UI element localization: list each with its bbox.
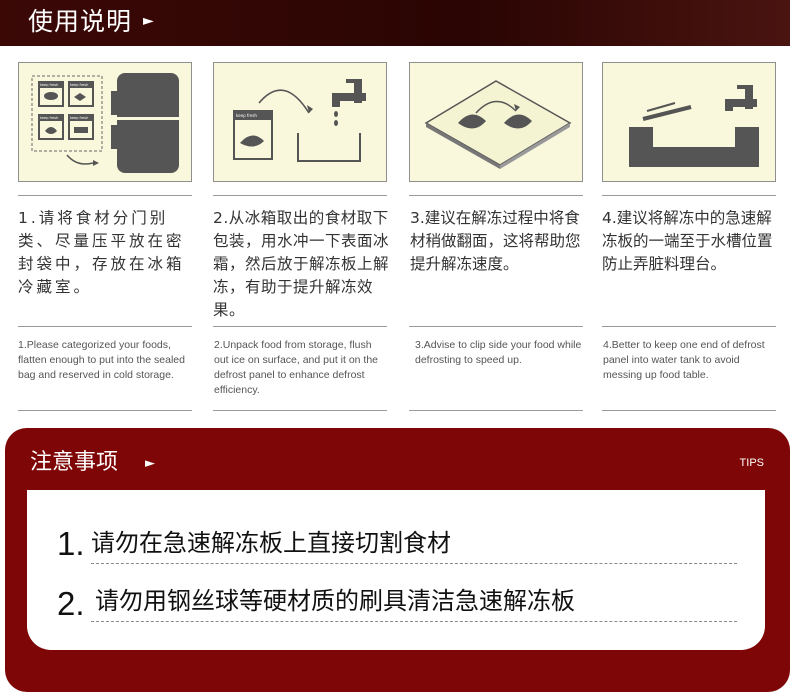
- notice-panel: 注意事项 ► TIPS 1. 请勿在急速解冻板上直接切割食材 2. 请勿用钢丝球…: [5, 428, 790, 692]
- sink-icon: [629, 85, 759, 167]
- divider: [213, 410, 387, 411]
- bag-label-4: keep fresh: [70, 116, 88, 120]
- fridge-icon: keep fresh keep fresh keep fresh keep fr…: [31, 73, 179, 173]
- step-3-english: 3.Advise to clip side your food while de…: [415, 339, 582, 366]
- divider: [213, 326, 387, 327]
- notice-arrow-icon: ►: [145, 456, 155, 471]
- notice-body: 1. 请勿在急速解冻板上直接切割食材 2. 请勿用钢丝球等硬材质的刷具清洁急速解…: [27, 490, 765, 650]
- step-4-english: 4.Better to keep one end of defrost pane…: [603, 339, 765, 381]
- divider: [602, 410, 776, 411]
- divider: [602, 195, 776, 196]
- divider: [602, 326, 776, 327]
- divider: [409, 410, 583, 411]
- rule-2-number: 2.: [57, 585, 85, 622]
- rule-divider: [91, 621, 737, 622]
- step-2-text: 2.从冰箱取出的食材取下包装，用水冲一下表面冰霜，然后放于解冻板上解冻，有助于提…: [213, 209, 390, 319]
- step-4-text: 4.建议将解冻中的急速解冻板的一端至于水槽位置防止弄脏料理台。: [602, 209, 773, 273]
- bag-label-3: keep fresh: [40, 116, 58, 120]
- rule-1-text: 请勿在急速解冻板上直接切割食材: [91, 529, 451, 557]
- rule-2-text: 请勿用钢丝球等硬材质的刷具清洁急速解冻板: [95, 587, 575, 615]
- step-2-english: 2.Unpack food from storage, flush out ic…: [214, 339, 379, 396]
- bag-label-1: keep fresh: [40, 83, 58, 87]
- tips-label: TIPS: [739, 457, 764, 469]
- divider: [18, 410, 192, 411]
- step-1-english: 1.Please categorized your foods, flatten…: [18, 339, 185, 381]
- header-arrow-icon: ►: [143, 13, 154, 29]
- step-2-illustration: keep fresh: [213, 62, 387, 182]
- bag-label: keep fresh: [236, 113, 257, 118]
- step-3-text: 3.建议在解冻过程中将食材稍做翻面，这将帮助您提升解冻速度。: [410, 209, 581, 273]
- divider: [409, 195, 583, 196]
- header-title: 使用说明: [28, 7, 133, 36]
- divider: [18, 195, 192, 196]
- notice-title: 注意事项: [30, 450, 119, 475]
- defrost-board-icon: [424, 80, 572, 169]
- divider: [18, 326, 192, 327]
- step-1-illustration: keep fresh keep fresh keep fresh keep fr…: [18, 62, 192, 182]
- step-1-text: 1.请将食材分门别类、尽量压平放在密封袋中，存放在冰箱冷藏室。: [18, 209, 185, 296]
- step-3-illustration: [409, 62, 583, 182]
- instructions-header: 使用说明 ►: [0, 0, 790, 46]
- faucet-icon: keep fresh: [233, 79, 366, 162]
- rule-1-number: 1.: [57, 525, 85, 562]
- divider: [213, 195, 387, 196]
- rule-divider: [91, 563, 737, 564]
- divider: [409, 326, 583, 327]
- step-4-illustration: [602, 62, 776, 182]
- bag-label-2: keep fresh: [70, 83, 88, 87]
